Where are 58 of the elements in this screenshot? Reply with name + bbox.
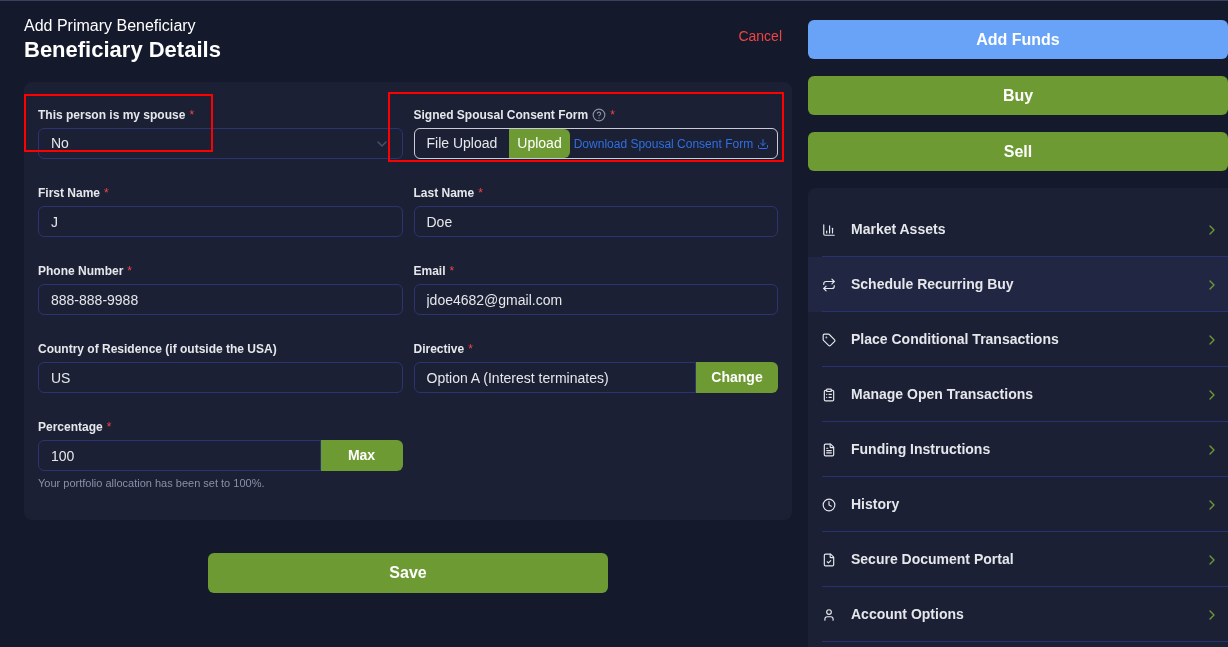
menu-label: Account Options <box>851 605 965 624</box>
page-title: Beneficiary Details <box>24 36 221 64</box>
field-label: First Name <box>38 185 101 202</box>
menu-item[interactable]: Place Conditional Transactions <box>808 312 1228 367</box>
page-subtitle: Add Primary Beneficiary <box>24 16 197 36</box>
required-mark: * <box>478 185 483 202</box>
required-mark: * <box>104 185 109 202</box>
input-field[interactable]: jdoe4682@gmail.com <box>413 284 778 315</box>
file-upload-label: File Upload <box>425 134 499 153</box>
user-icon <box>822 607 836 622</box>
tag-icon <box>822 332 836 347</box>
input-field[interactable]: 888-888-9988 <box>38 284 403 315</box>
cancel-link[interactable]: Cancel <box>738 26 782 47</box>
file-upload-field[interactable]: File Upload Upload Download Spousal Consent Form <box>413 128 778 159</box>
document-check-icon <box>822 552 836 567</box>
bar-chart-icon <box>822 222 836 237</box>
menu-item[interactable]: Account Options <box>808 587 1228 642</box>
menu-item[interactable]: Funding Instructions <box>808 422 1228 477</box>
required-mark: * <box>449 263 455 280</box>
input-field[interactable]: 100 <box>38 440 321 471</box>
download-icon <box>757 137 770 150</box>
menu-label: Schedule Recurring Buy <box>851 275 1015 294</box>
menu-label: Secure Document Portal <box>851 550 1015 569</box>
hint-text: Your portfolio allocation has been set to 100%. <box>38 476 266 491</box>
field-label: Percentage <box>38 419 103 436</box>
menu-item[interactable]: History <box>808 477 1228 532</box>
help-icon[interactable] <box>592 108 607 122</box>
field-label: Phone Number <box>38 263 124 280</box>
select-field[interactable]: No <box>38 128 403 159</box>
required-mark: * <box>468 341 473 358</box>
menu-label: Manage Open Transactions <box>851 385 1035 404</box>
required-mark: * <box>127 263 132 280</box>
input-field[interactable]: J <box>38 206 403 237</box>
field-label: Email <box>413 263 446 280</box>
input-field[interactable]: Doe <box>413 206 778 237</box>
repeat-icon <box>822 277 836 292</box>
clock-icon <box>822 497 836 512</box>
list-icon <box>822 387 836 402</box>
menu-label: Place Conditional Transactions <box>851 330 1060 349</box>
field-label: Country of Residence (if outside the USA) <box>38 341 277 358</box>
field-label: Signed Spousal Consent Form <box>413 107 589 124</box>
field-label: Directive <box>413 341 465 358</box>
menu-label: Market Assets <box>851 220 947 239</box>
menu-item[interactable]: Secure Document Portal <box>808 532 1228 587</box>
menu-item[interactable]: Manage Open Transactions <box>808 367 1228 422</box>
menu-label: History <box>851 495 901 514</box>
menu-item[interactable]: Market Assets <box>808 202 1228 257</box>
required-mark: * <box>189 107 195 124</box>
input-field[interactable]: US <box>38 362 403 393</box>
field-label: Last Name <box>413 185 475 202</box>
required-mark: * <box>106 419 112 436</box>
required-mark: * <box>610 107 615 124</box>
menu-label: Funding Instructions <box>851 440 992 459</box>
download-link[interactable]: Download Spousal Consent Form <box>573 134 754 153</box>
input-field[interactable]: Option A (Interest terminates) <box>413 362 696 393</box>
menu-item[interactable]: Schedule Recurring Buy <box>808 257 1228 312</box>
document-icon <box>822 442 836 457</box>
field-label: This person is my spouse <box>38 107 186 124</box>
